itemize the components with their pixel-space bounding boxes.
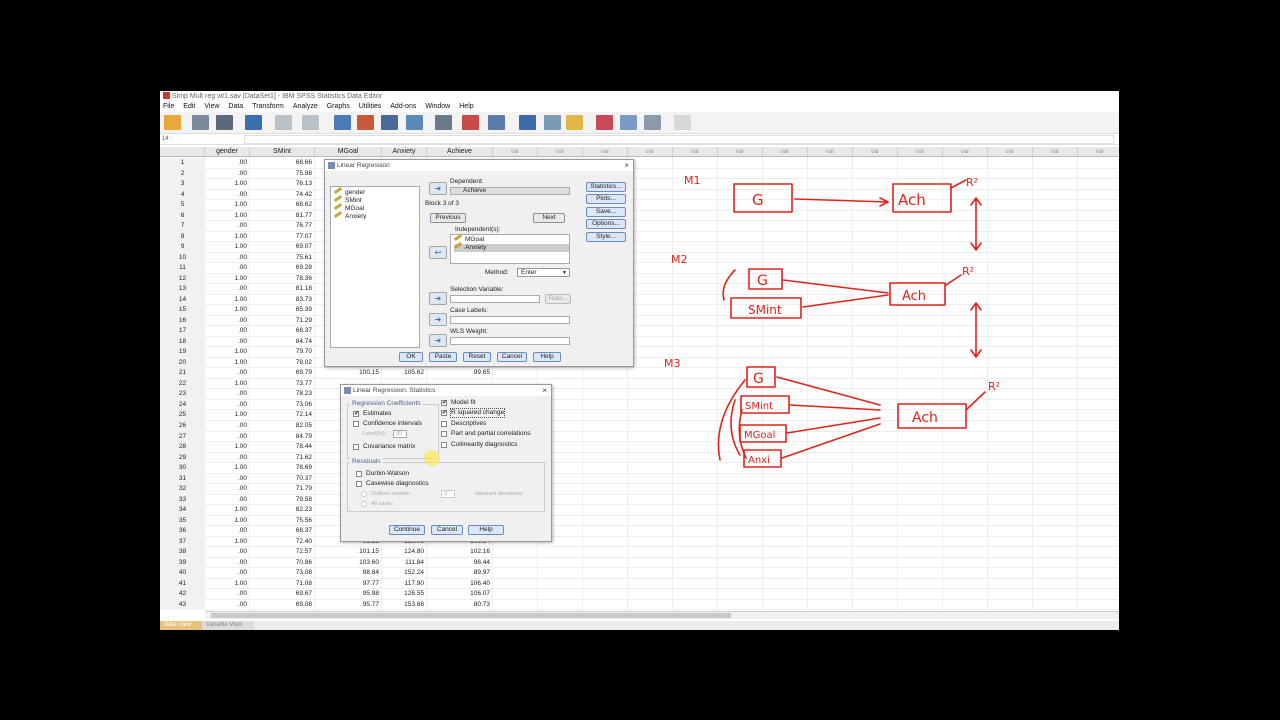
compare-arrow-1: [970, 197, 982, 251]
r2-tick-1: [950, 179, 967, 189]
text-g-model1: G: [752, 191, 764, 209]
annotation-model-3-label: M3: [664, 357, 681, 370]
text-ach-model1: Ach: [898, 191, 926, 209]
text-smint-model2: SMint: [748, 303, 782, 317]
text-r2-model1: R²: [966, 176, 978, 189]
text-anxi-model3: Anxi: [748, 455, 770, 466]
handwritten-annotations: M1 M2 M3 G Ach R² G SMint Ach R² G SMint…: [664, 174, 1000, 468]
r2-tick-3: [965, 391, 986, 411]
text-mgoal-model3: MGoal: [744, 430, 775, 441]
arrow-g-ach-1: [794, 198, 889, 203]
annotation-model-1-label: M1: [684, 174, 701, 187]
text-ach-model2: Ach: [902, 289, 926, 304]
bracket-model2: [722, 269, 736, 301]
arrows-model3: [776, 376, 881, 459]
text-ach-model3: Ach: [912, 410, 938, 426]
arrows-model2: [782, 279, 889, 308]
text-g-model2: G: [757, 273, 768, 289]
text-r2-model3: R²: [988, 380, 1000, 393]
compare-arrow-2: [970, 302, 982, 358]
text-r2-model2: R²: [962, 265, 974, 278]
text-smint-model3: SMint: [745, 401, 773, 412]
video-frame: Simp Mult reg wt1.sav [DataSet1] - IBM S…: [0, 0, 1280, 720]
text-g-model3: G: [753, 371, 764, 387]
annotation-model-2-label: M2: [671, 253, 688, 266]
correlation-arcs-model3: [717, 379, 747, 461]
r2-tick-2: [945, 274, 962, 286]
